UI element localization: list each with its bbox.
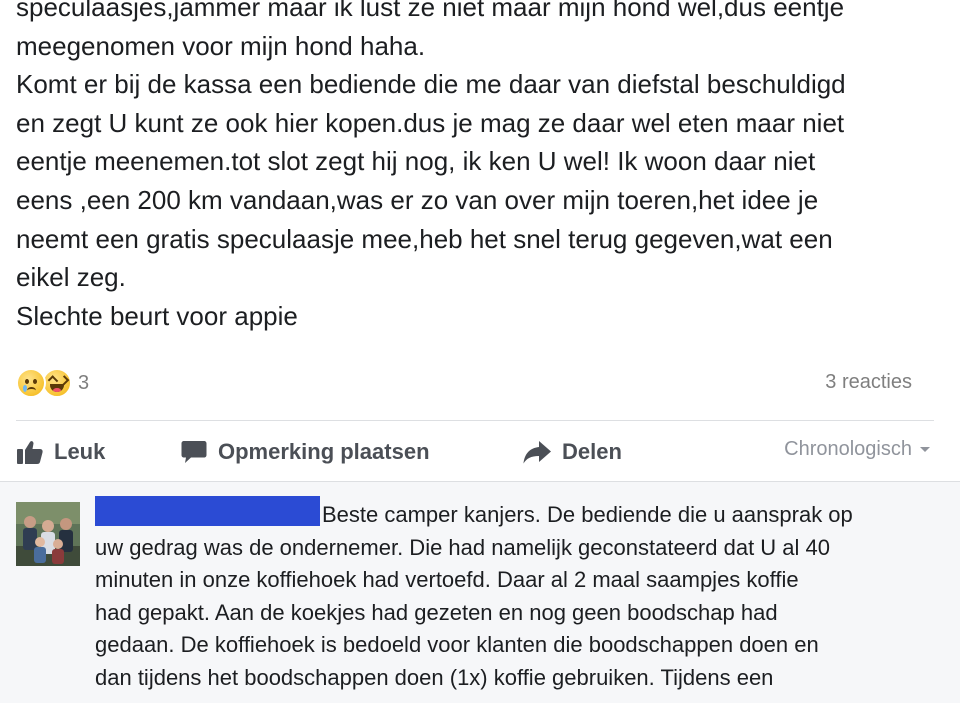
comment-text-line: uw gedrag was de ondernemer. Die had nam… <box>95 534 831 560</box>
sort-label: Chronologisch <box>784 438 912 460</box>
thumbs-up-icon <box>17 441 43 464</box>
action-bar: Leuk Opmerking plaatsen Delen Chronologi… <box>16 424 934 480</box>
comment-text-line: Beste camper kanjers. De bediende die u … <box>95 496 935 532</box>
comment-label: Opmerking plaatsen <box>218 439 430 464</box>
chevron-down-icon <box>920 447 930 452</box>
post-text-line: Komt er bij de kassa een bediende die me… <box>16 69 846 100</box>
post-text-line: eikel zeg. <box>16 262 126 293</box>
like-label: Leuk <box>54 439 106 464</box>
reaction-summary[interactable]: 3 <box>16 367 89 399</box>
avatar-photo <box>16 502 80 566</box>
comment-sort-dropdown[interactable]: Chronologisch <box>784 438 930 461</box>
comment-body: Beste camper kanjers. De bediende die u … <box>95 496 935 695</box>
share-button[interactable]: Delen <box>522 436 622 468</box>
comment-text-line: dan tijdens het boodschappen doen (1x) k… <box>95 664 774 690</box>
post-text-line: eens ,een 200 km vandaan,was er zo van o… <box>16 184 819 215</box>
post-text-line: neemt een gratis speculaasje mee,heb het… <box>16 223 833 254</box>
comment-text-line: gedaan. De koffiehoek is bedoeld voor kl… <box>95 632 819 658</box>
comment-text-line: had gepakt. Aan de koekjes had gezeten e… <box>95 599 778 625</box>
redacted-author-name <box>95 496 320 526</box>
comments-section: Beste camper kanjers. De bediende die u … <box>0 481 960 703</box>
comment-button[interactable]: Opmerking plaatsen <box>180 436 430 468</box>
post-text-line: Slechte beurt voor appie <box>16 300 298 331</box>
like-button[interactable]: Leuk <box>16 436 105 468</box>
share-label: Delen <box>562 439 622 464</box>
reaction-count: 3 <box>78 371 90 394</box>
share-arrow-icon <box>523 441 551 464</box>
facebook-post: speculaasjes,jammer maar ik lust ze niet… <box>0 0 960 703</box>
post-body: speculaasjes,jammer maar ik lust ze niet… <box>16 0 946 335</box>
divider <box>16 420 934 421</box>
avatar[interactable] <box>16 502 80 566</box>
post-text-line: speculaasjes,jammer maar ik lust ze niet… <box>16 0 845 22</box>
post-text-line: meegenomen voor mijn hond haha. <box>16 30 426 61</box>
post-text-line: eentje meenemen.tot slot zegt hij nog, i… <box>16 146 816 177</box>
comment-bubble-icon <box>181 441 207 463</box>
comment-text-line: minuten in onze koffiehoek had vertoefd.… <box>95 567 799 593</box>
comment-count-link[interactable]: 3 reacties <box>825 371 912 394</box>
post-text-line: en zegt U kunt ze ook hier kopen.dus je … <box>16 107 845 138</box>
haha-emoji-icon <box>42 368 72 398</box>
sad-emoji-icon <box>16 368 46 398</box>
reactions-bar: 3 3 reacties <box>16 364 934 404</box>
